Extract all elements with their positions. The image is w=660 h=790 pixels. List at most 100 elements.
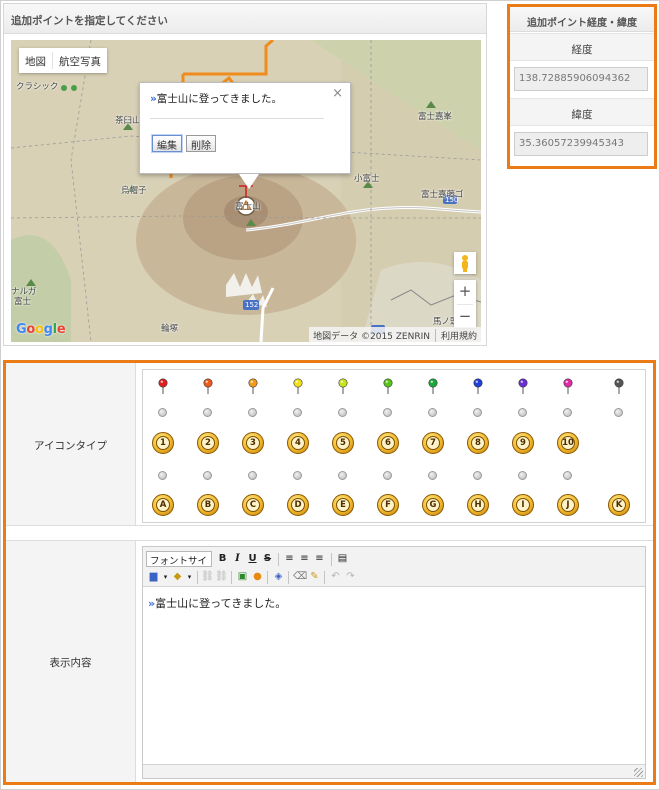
attribution-divider [434,329,436,342]
link-icon[interactable]: ⛓ [201,570,214,584]
longitude-field[interactable]: 138.72885906094362 [514,67,648,91]
pin-icon-9[interactable] [518,378,528,394]
number-radio-2[interactable] [203,471,212,480]
number-radio-5[interactable] [338,471,347,480]
letter-icon-label: B [201,498,215,512]
letter-icon-f[interactable]: F [377,494,399,516]
resize-handle-icon[interactable] [634,768,643,777]
letter-icon-d[interactable]: D [287,494,309,516]
map-canvas[interactable]: クラシック 茶臼山 烏帽子 富士山 富士嘉峯 小富士 富士嘉藤ゴ ナルガ 富士 … [11,40,481,342]
pin-icon-7[interactable] [428,378,438,394]
edit-button[interactable]: 編集 [152,135,182,152]
letter-icon-label: F [381,498,395,512]
unlink-icon[interactable]: ⛓ [215,570,228,584]
clean-format-icon[interactable]: ✎ [308,570,321,584]
number-radio-9[interactable] [518,471,527,480]
pin-icon-2[interactable] [203,378,213,394]
pin-icon-8[interactable] [473,378,483,394]
info-window: »富士山に登ってきました。 × 編集 削除 [139,82,351,174]
align-left-icon[interactable]: ≡ [283,552,296,566]
eraser-icon[interactable]: ⌫ [293,570,307,584]
letter-icon-c[interactable]: C [242,494,264,516]
number-icon-4[interactable]: 4 [287,432,309,454]
italic-button[interactable]: I [231,552,244,566]
map-type-satellite[interactable]: 航空写真 [53,48,107,73]
number-radio-1[interactable] [158,471,167,480]
number-icon-6[interactable]: 6 [377,432,399,454]
info-window-close-icon[interactable]: × [332,86,343,101]
letter-icon-i[interactable]: I [512,494,534,516]
info-window-marker-icon: » [150,93,157,105]
number-radio-3[interactable] [248,471,257,480]
google-logo: Google [16,322,66,337]
number-icon-7[interactable]: 7 [422,432,444,454]
number-radio-4[interactable] [293,471,302,480]
pin-icon-10[interactable] [563,378,573,394]
street-view-pegman-icon[interactable] [454,252,476,274]
pin-icon-5[interactable] [338,378,348,394]
pin-icon-4[interactable] [293,378,303,394]
pin-radio-1[interactable] [158,408,167,417]
pin-icon-3[interactable] [248,378,258,394]
pin-radio-10[interactable] [563,408,572,417]
pin-radio-8[interactable] [473,408,482,417]
number-icon-5[interactable]: 5 [332,432,354,454]
letter-icon-b[interactable]: B [197,494,219,516]
letter-icon-g[interactable]: G [422,494,444,516]
map-label-classic: クラシック [16,82,59,92]
pin-radio-7[interactable] [428,408,437,417]
map-panel-title: 追加ポイントを指定してください [4,4,486,34]
pin-icon-11[interactable] [614,378,624,394]
underline-button[interactable]: U [246,552,259,566]
pin-radio-11[interactable] [614,408,623,417]
number-icon-1[interactable]: 1 [152,432,174,454]
route-152-label: 152 [245,301,259,309]
font-size-select[interactable]: フォントサイ [146,551,212,567]
bold-button[interactable]: B [216,552,229,566]
special-char-icon[interactable]: ◈ [272,570,285,584]
number-radio-7[interactable] [428,471,437,480]
pin-icon-1[interactable] [158,378,168,394]
number-icon-8[interactable]: 8 [467,432,489,454]
pin-icon-6[interactable] [383,378,393,394]
source-code-icon[interactable]: ▤ [336,552,349,566]
letter-icon-a[interactable]: A [152,494,174,516]
route-150-label: 150 [445,196,459,204]
latitude-label: 緯度 [510,98,654,126]
pin-radio-2[interactable] [203,408,212,417]
number-icon-2[interactable]: 2 [197,432,219,454]
icon-type-label: アイコンタイプ [6,363,136,525]
pin-radio-5[interactable] [338,408,347,417]
background-color-dropdown-icon[interactable]: ▾ [183,570,196,584]
zoom-in-button[interactable]: + [454,280,476,304]
number-radio-8[interactable] [473,471,482,480]
align-center-icon[interactable]: ≡ [298,552,311,566]
letter-icon-e[interactable]: E [332,494,354,516]
zoom-out-button[interactable]: − [454,305,476,329]
number-radio-6[interactable] [383,471,392,480]
redo-icon[interactable]: ↷ [344,570,357,584]
pin-radio-9[interactable] [518,408,527,417]
pin-radio-4[interactable] [293,408,302,417]
latitude-field[interactable]: 35.36057239945343 [514,132,648,156]
number-icon-9[interactable]: 9 [512,432,534,454]
toolbar-divider-4 [231,571,232,584]
number-icon-3[interactable]: 3 [242,432,264,454]
image-icon[interactable]: ▣ [236,570,249,584]
media-icon[interactable]: ● [251,570,264,584]
terms-link[interactable]: 利用規約 [441,329,477,342]
align-right-icon[interactable]: ≡ [313,552,326,566]
strikethrough-button[interactable]: S [261,552,274,566]
letter-icon-j[interactable]: J [557,494,579,516]
pin-radio-6[interactable] [383,408,392,417]
number-radio-10[interactable] [563,471,572,480]
number-icon-10[interactable]: 10 [557,432,579,454]
map-type-map[interactable]: 地図 [19,48,52,73]
letter-icon-h[interactable]: H [467,494,489,516]
undo-icon[interactable]: ↶ [329,570,342,584]
pin-radio-3[interactable] [248,408,257,417]
letter-icon-k[interactable]: K [608,494,630,516]
delete-button[interactable]: 削除 [186,135,216,152]
editor-content[interactable]: »富士山に登ってきました。 [148,595,286,611]
toolbar-divider [278,553,279,566]
